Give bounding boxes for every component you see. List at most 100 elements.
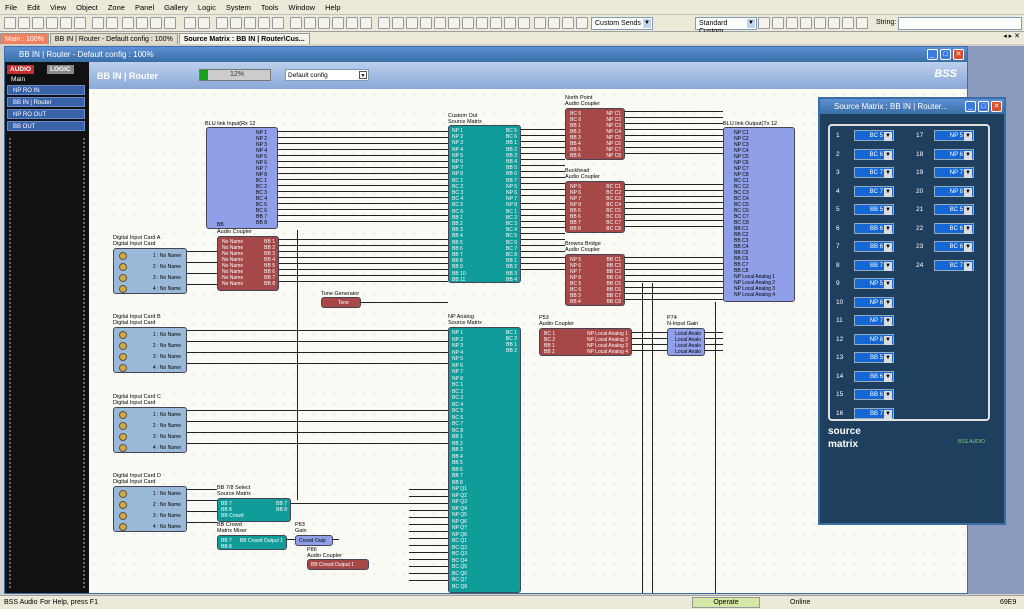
toolbar-tool-icon[interactable]: [272, 17, 284, 29]
np-analog-source-matrix-block[interactable]: NP 1 NP 2 NP 3 NP 4 NP 5 NP 6 NP 7 NP 8 BC 1 BC 2…: [448, 327, 521, 593]
toolbar-tool-icon[interactable]: [406, 17, 418, 29]
source-matrix-select[interactable]: BB 6 ▼: [854, 241, 894, 252]
source-matrix-select[interactable]: BB 6 ▼: [854, 222, 894, 234]
source-matrix-select[interactable]: BC 6 ▼: [934, 222, 974, 234]
toolbar-tool-icon[interactable]: [548, 17, 560, 29]
toolbar-tool-icon[interactable]: [290, 17, 302, 29]
source-matrix-select[interactable]: BB 7 ▼: [854, 259, 894, 271]
toolbar-tool-icon[interactable]: [216, 17, 228, 29]
knob-icon[interactable]: [119, 331, 127, 339]
maximize-icon[interactable]: □: [940, 49, 951, 60]
panel-item-bb-out[interactable]: BB OUT: [7, 121, 85, 131]
custom-out-source-matrix-block[interactable]: NP 1 NP 2 NP 3 NP 4 NP 5 NP 6 NP 7 NP 8 BC 1 BC 2…: [448, 125, 521, 283]
toolbar-tool-icon[interactable]: [462, 17, 474, 29]
menu-logic[interactable]: Logic: [193, 3, 221, 12]
tab-audio[interactable]: AUDIO: [7, 65, 34, 74]
toolbar-tool-icon[interactable]: [32, 17, 44, 29]
toolbar-tool-icon[interactable]: [258, 17, 270, 29]
source-matrix-select[interactable]: BB 6 ▼: [854, 370, 894, 382]
knob-icon[interactable]: [119, 353, 127, 361]
minimize-icon[interactable]: _: [965, 101, 976, 112]
toolbar-tool-icon[interactable]: [814, 17, 826, 29]
toolbar-tool-icon[interactable]: [518, 17, 530, 29]
menu-window[interactable]: Window: [283, 3, 320, 12]
menu-object[interactable]: Object: [71, 3, 103, 12]
source-matrix-select[interactable]: NP 5 ▼: [854, 278, 894, 289]
maximize-icon[interactable]: □: [978, 101, 989, 112]
buckhead-coupler-block[interactable]: NP 5 NP 6 NP 7 NP 8 BB 5 BB 6 BB 7 BB 8 BC C1 BC …: [565, 181, 625, 233]
digital-input-card-block[interactable]: 1 : No Name 2 : No Name 3 : No Name 4 : No …: [113, 486, 187, 532]
digital-input-card-block[interactable]: 1 : No Name 2 : No Name 3 : No Name 4 : No …: [113, 248, 187, 294]
toolbar-tool-icon[interactable]: [244, 17, 256, 29]
tab-source-matrix[interactable]: Source Matrix : BB IN | Router\Cus...: [178, 33, 310, 44]
status-mode[interactable]: Operate: [692, 597, 760, 608]
toolbar-tool-icon[interactable]: [184, 17, 196, 29]
source-matrix-select[interactable]: NP 5 ▼: [934, 130, 974, 141]
menu-gallery[interactable]: Gallery: [159, 3, 193, 12]
toolbar-tool-icon[interactable]: [164, 17, 176, 29]
knob-icon[interactable]: [119, 444, 127, 452]
toolbar-tool-icon[interactable]: [476, 17, 488, 29]
menu-zone[interactable]: Zone: [103, 3, 130, 12]
close-icon[interactable]: ✕: [953, 49, 964, 60]
toolbar-tool-icon[interactable]: [534, 17, 546, 29]
tab-scroll-icons[interactable]: ◂ ▸ ✕: [1003, 32, 1024, 44]
tab-logic[interactable]: LOGIC: [47, 65, 74, 74]
menu-help[interactable]: Help: [320, 3, 345, 12]
knob-icon[interactable]: [119, 364, 127, 372]
source-matrix-select[interactable]: NP 7 ▼: [934, 167, 974, 178]
source-matrix-select[interactable]: NP 6 ▼: [854, 296, 894, 308]
knob-icon[interactable]: [119, 422, 127, 430]
source-matrix-select[interactable]: BB 5 ▼: [854, 352, 894, 363]
source-matrix-select[interactable]: NP 8 ▼: [854, 333, 894, 345]
knob-icon[interactable]: [119, 501, 127, 509]
toolbar-tool-icon[interactable]: [828, 17, 840, 29]
toolbar-tool-icon[interactable]: [392, 17, 404, 29]
knob-icon[interactable]: [119, 342, 127, 350]
toolbar-tool-icon[interactable]: [198, 17, 210, 29]
tab-main[interactable]: Main : 100%: [0, 33, 49, 44]
toolbar-tool-icon[interactable]: [18, 17, 30, 29]
toolbar-tool-icon[interactable]: [576, 17, 588, 29]
blu-link-input-block[interactable]: NP 1 NP 2 NP 3 NP 4 NP 5 NP 6 NP 7 NP 8 BC 1 BC 2…: [206, 127, 278, 229]
toolbar-tool-icon[interactable]: [346, 17, 358, 29]
toolbar-tool-icon[interactable]: [332, 17, 344, 29]
source-matrix-select[interactable]: BB 6 ▼: [854, 389, 894, 400]
knob-icon[interactable]: [119, 433, 127, 441]
toolbar-tool-icon[interactable]: [842, 17, 854, 29]
toolbar-tool-icon[interactable]: [318, 17, 330, 29]
source-matrix-select[interactable]: BC 5 ▼: [934, 204, 974, 215]
tab-bb-in-router[interactable]: BB IN | Router - Default config : 100%: [49, 33, 178, 44]
toolbar-tool-icon[interactable]: [434, 17, 446, 29]
browns-bridge-coupler-block[interactable]: NP 5 NP 6 NP 7 NP 8 BC 5 BC 6 BB 3 BB 4 BB C1 BB …: [565, 254, 625, 306]
string-input[interactable]: [898, 17, 1022, 30]
toolbar-tool-icon[interactable]: [230, 17, 242, 29]
digital-input-card-block[interactable]: 1 : No Name 2 : No Name 3 : No Name 4 : No …: [113, 407, 187, 453]
toolbar-tool-icon[interactable]: [772, 17, 784, 29]
p53-audio-coupler-block[interactable]: BC 1 BC 2 BB 1 BB 2 NP Local Analog 1 NP Loca…: [539, 328, 632, 356]
panel-item-np-ro-in[interactable]: NP RO IN: [7, 85, 85, 95]
knob-icon[interactable]: [119, 490, 127, 498]
source-matrix-select[interactable]: BC 6 ▼: [934, 241, 974, 252]
toolbar-tool-icon[interactable]: [800, 17, 812, 29]
source-matrix-select[interactable]: NP 8 ▼: [934, 185, 974, 197]
p83-gain-block[interactable]: Crowd Outp: [295, 535, 333, 546]
knob-icon[interactable]: [119, 411, 127, 419]
tone-generator-block[interactable]: Tone: [321, 297, 361, 308]
toolbar-tool-icon[interactable]: [106, 17, 118, 29]
toolbar-tool-icon[interactable]: [420, 17, 432, 29]
panel-item-np-ro-out[interactable]: NP RO OUT: [7, 109, 85, 119]
knob-icon[interactable]: [119, 512, 127, 520]
bb78-source-matrix-block[interactable]: BB 7 BB 8 BB Crowd BB 7 BB 8: [217, 498, 291, 522]
knob-icon[interactable]: [119, 252, 127, 260]
p86-audio-coupler-block[interactable]: BB Crowd Output 1: [307, 559, 369, 570]
blu-link-output-block[interactable]: NP C1 NP C2 NP C3 NP C4 NP C5 NP C6 NP C7 NP C8…: [723, 127, 795, 302]
digital-input-card-block[interactable]: 1 : No Name 2 : No Name 3 : No Name 4 : No …: [113, 327, 187, 373]
toolbar-tool-icon[interactable]: [786, 17, 798, 29]
source-matrix-select[interactable]: BC 5 ▼: [854, 130, 894, 141]
config-select[interactable]: Default config ▼: [285, 69, 369, 81]
custom-sends-combo[interactable]: Custom Sends ▼: [591, 17, 653, 30]
source-matrix-select[interactable]: NP 6 ▼: [934, 148, 974, 160]
toolbar-tool-icon[interactable]: [448, 17, 460, 29]
toolbar-tool-icon[interactable]: [122, 17, 134, 29]
